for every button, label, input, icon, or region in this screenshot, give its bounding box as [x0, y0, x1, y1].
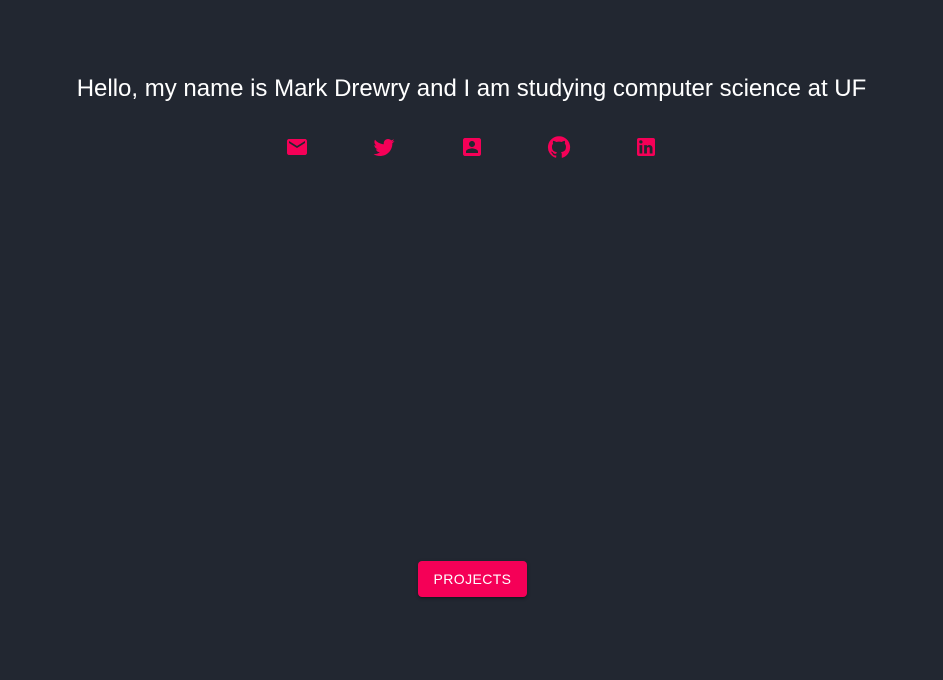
github-link[interactable]	[515, 129, 602, 165]
twitter-link[interactable]	[340, 129, 427, 165]
social-links	[253, 129, 690, 165]
twitter-icon	[373, 139, 395, 156]
linkedin-icon	[637, 138, 656, 156]
contact-card-icon	[462, 138, 481, 156]
email-icon	[286, 139, 307, 155]
projects-button[interactable]: Projects	[418, 561, 527, 597]
email-link[interactable]	[253, 129, 340, 165]
linkedin-link[interactable]	[603, 129, 690, 165]
github-icon	[547, 136, 571, 158]
intro-heading: Hello, my name is Mark Drewry and I am s…	[76, 75, 867, 102]
contact-link[interactable]	[428, 129, 515, 165]
